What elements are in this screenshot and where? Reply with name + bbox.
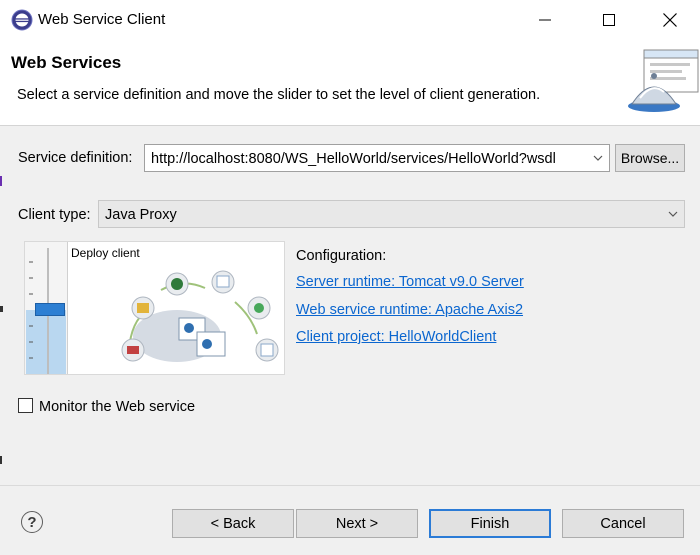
finish-button[interactable]: Finish <box>429 509 551 538</box>
maximize-icon <box>603 14 615 26</box>
slider-thumb[interactable] <box>35 303 65 316</box>
title-bar: Web Service Client <box>0 0 700 40</box>
page-description: Select a service definition and move the… <box>17 87 541 103</box>
wizard-banner: Web Services Select a service definition… <box>0 40 700 126</box>
service-definition-value: http://localhost:8080/WS_HelloWorld/serv… <box>151 151 556 167</box>
client-generation-slider-panel: Deploy client <box>24 241 285 375</box>
service-definition-combo[interactable]: http://localhost:8080/WS_HelloWorld/serv… <box>144 144 610 172</box>
help-icon[interactable]: ? <box>21 511 43 533</box>
client-type-value: Java Proxy <box>105 207 177 223</box>
client-type-combo[interactable]: Java Proxy <box>98 200 685 228</box>
client-project-link[interactable]: Client project: HelloWorldClient <box>296 329 496 345</box>
background-window-edge <box>0 176 3 464</box>
button-bar-separator <box>0 485 700 486</box>
chevron-down-icon <box>593 155 603 161</box>
close-button[interactable] <box>647 0 693 40</box>
minimize-button[interactable] <box>522 0 568 40</box>
window-title: Web Service Client <box>38 11 166 28</box>
maximize-button[interactable] <box>586 0 632 40</box>
monitor-checkbox[interactable] <box>18 398 33 413</box>
client-generation-slider[interactable] <box>25 242 68 374</box>
service-definition-label: Service definition: <box>18 150 133 166</box>
monitor-checkbox-label: Monitor the Web service <box>39 399 196 415</box>
back-button[interactable]: < Back <box>172 509 294 538</box>
minimize-icon <box>539 19 551 21</box>
slider-level-label: Deploy client <box>71 246 140 260</box>
deploy-client-diagram <box>121 270 279 362</box>
client-type-label: Client type: <box>18 207 91 223</box>
cancel-button[interactable]: Cancel <box>562 509 684 538</box>
close-icon <box>663 13 677 27</box>
browse-button[interactable]: Browse... <box>615 144 685 172</box>
web-service-runtime-link[interactable]: Web service runtime: Apache Axis2 <box>296 302 523 318</box>
server-runtime-link[interactable]: Server runtime: Tomcat v9.0 Server <box>296 274 524 290</box>
eclipse-app-icon <box>11 9 33 31</box>
configuration-label: Configuration: <box>296 248 387 264</box>
next-button[interactable]: Next > <box>296 509 418 538</box>
chevron-down-icon <box>668 211 678 217</box>
page-title: Web Services <box>11 53 122 72</box>
web-service-wizard-icon <box>628 49 699 112</box>
